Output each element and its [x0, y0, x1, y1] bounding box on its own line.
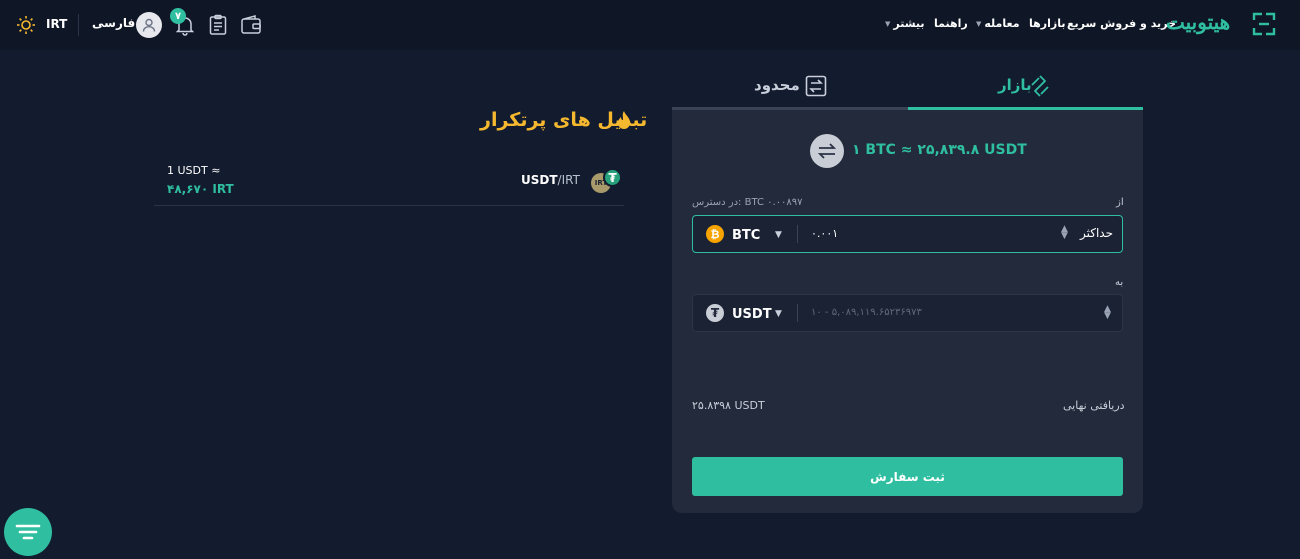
notification-badge: ۷ — [170, 8, 186, 24]
chevron-down-icon: ▼ — [885, 20, 891, 28]
nav-more[interactable]: ▼ بیشتر — [885, 17, 925, 30]
nav-markets[interactable]: بازارها — [1029, 17, 1065, 30]
usdt-coin-icon: ₮ — [603, 168, 622, 187]
limit-exchange-icon — [805, 75, 827, 97]
pair-rate-value: ۴۸,۶۷۰ IRT — [167, 182, 234, 196]
pair-name: USDT/IRT — [521, 173, 580, 187]
nav-guide[interactable]: راهنما — [934, 17, 968, 30]
amount-stepper-icon[interactable]: ▲ ▼ — [1104, 305, 1111, 321]
to-amount-input[interactable]: ۱۰ - ۵,۰۸۹,۱۱۹.۶۵۲۳۶۹۷۳ — [811, 307, 922, 318]
tab-limit-label: محدود — [754, 76, 800, 94]
swap-button[interactable] — [810, 134, 844, 168]
to-coin-select[interactable] — [692, 295, 797, 331]
market-swap-icon — [1028, 74, 1052, 98]
nav-divider — [78, 14, 79, 36]
logo[interactable]: هیتوبیت — [1166, 10, 1230, 34]
nav-trade[interactable]: ▼ معامله — [976, 17, 1020, 30]
submit-order-button[interactable]: ثبت سفارش — [692, 457, 1123, 496]
amount-stepper-icon[interactable]: ▲ ▼ — [1061, 225, 1068, 241]
to-label: به — [1115, 277, 1124, 288]
tab-market-label: بازار — [998, 76, 1032, 94]
from-label: از — [1116, 197, 1124, 208]
filter-icon — [15, 524, 41, 540]
field-divider — [797, 225, 798, 243]
currency-switch[interactable]: IRT — [46, 17, 67, 31]
available-balance: در دسترس: BTC ۰.۰۰۸۹۷ — [692, 197, 803, 208]
user-icon[interactable] — [136, 12, 162, 38]
chevron-down-icon: ▼ — [976, 20, 982, 28]
final-receive-label: دریافتی نهایی — [1063, 399, 1125, 412]
field-divider — [797, 304, 798, 322]
language-switch[interactable]: فارسی — [92, 16, 135, 30]
final-receive-value: ۲۵.۸۳۹۸ USDT — [692, 399, 765, 412]
wallet-icon[interactable] — [240, 14, 262, 36]
pair-rate-label: 1 USDT ≈ — [167, 164, 221, 177]
orders-icon[interactable] — [208, 14, 228, 36]
popular-title: تبدیل های پرتکرار — [480, 109, 648, 131]
nav-quick-buy[interactable]: خرید و فروش سریع — [1067, 17, 1176, 30]
from-amount-input[interactable]: ۰.۰۰۱ — [811, 227, 838, 240]
from-coin-select[interactable] — [692, 216, 797, 252]
logo-mark-icon — [1252, 12, 1276, 36]
filter-menu-button[interactable] — [4, 508, 52, 556]
exchange-rate: ۱ BTC ≈ ۲۵,۸۳۹.۸ USDT — [852, 142, 1027, 158]
max-button[interactable]: حداکثر — [1080, 226, 1113, 240]
sun-icon[interactable] — [16, 15, 36, 35]
